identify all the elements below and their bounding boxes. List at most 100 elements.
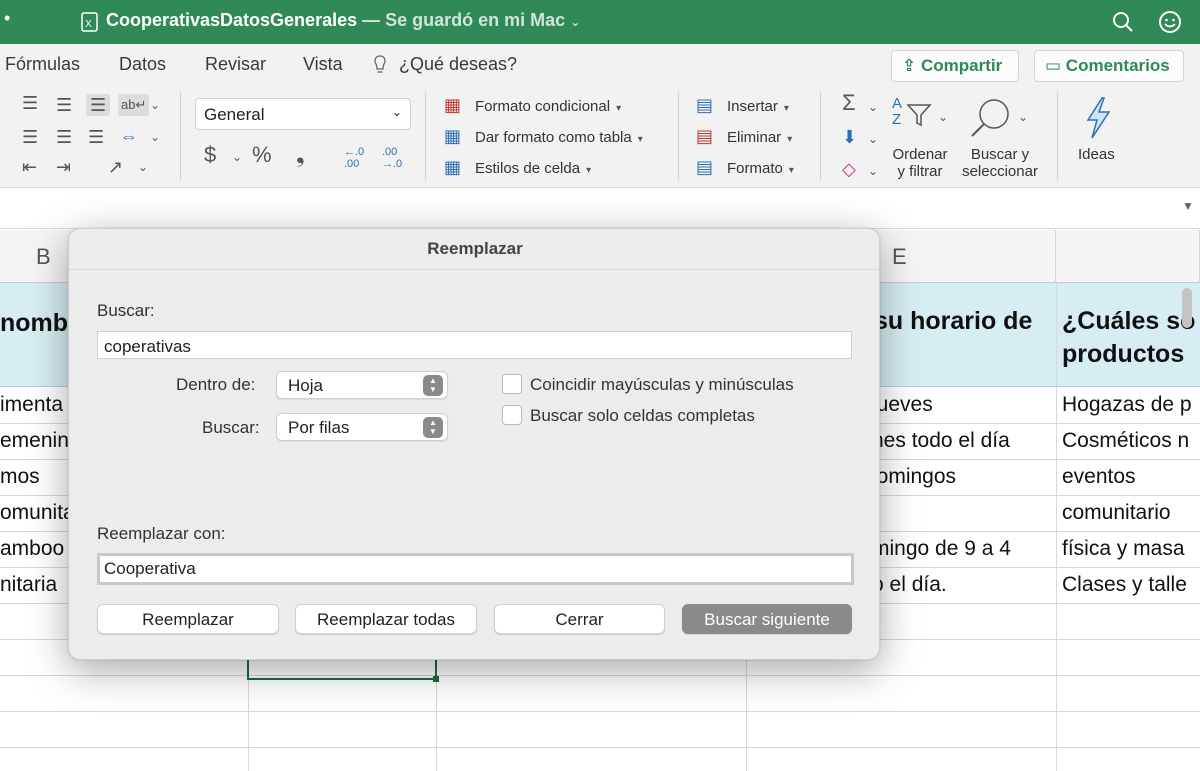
within-label: Dentro de:	[176, 375, 256, 394]
insert-label: Insertar	[727, 98, 778, 115]
cell-b[interactable]: nitaria	[0, 573, 57, 597]
chevron-down-icon[interactable]: ⌄	[868, 98, 878, 116]
format-button[interactable]: Formato ▾	[727, 160, 794, 177]
increase-indent-icon[interactable]: ⇥	[56, 158, 71, 176]
cell-e[interactable]: o el día.	[872, 573, 947, 597]
ideas-button[interactable]: Ideas	[1078, 146, 1115, 163]
match-case-checkbox[interactable]	[502, 374, 522, 394]
cell-b[interactable]: mos	[0, 465, 40, 489]
whole-cells-checkbox[interactable]	[502, 405, 522, 425]
chevron-down-icon[interactable]: ⌄	[150, 96, 160, 114]
text-orientation-icon[interactable]: ↗	[108, 158, 123, 176]
share-button[interactable]: ⇪ Compartir	[891, 50, 1019, 82]
insert-button[interactable]: Insertar ▾	[727, 98, 789, 115]
tab-review[interactable]: Revisar	[205, 54, 266, 75]
tab-view[interactable]: Vista	[303, 54, 343, 75]
tab-formulas[interactable]: Fórmulas	[5, 54, 80, 75]
decrease-decimal-icon[interactable]: .00 →.0	[382, 146, 402, 170]
close-button[interactable]: Cerrar	[494, 604, 665, 634]
cell-styles-button[interactable]: Estilos de celda ▾	[475, 160, 591, 177]
header-cell-products-2[interactable]: productos	[1062, 338, 1200, 371]
conditional-format-button[interactable]: Formato condicional ▾	[475, 98, 621, 115]
chevron-down-icon[interactable]: ⌄	[570, 15, 580, 29]
chevron-down-icon[interactable]: ⌄	[232, 148, 242, 166]
conditional-format-label: Formato condicional	[475, 98, 611, 115]
cell-f[interactable]: comunitario	[1062, 501, 1200, 525]
percent-format-button[interactable]: %	[252, 144, 272, 166]
cell-e[interactable]: mingo de 9 a 4	[872, 537, 1011, 561]
find-input[interactable]: coperativas	[97, 331, 852, 359]
tell-me-search[interactable]: ¿Qué deseas?	[399, 54, 517, 75]
cell-b[interactable]: emenin	[0, 429, 69, 453]
search-order-select[interactable]: Por filas ▲ ▼	[276, 413, 448, 441]
within-select[interactable]: Hoja ▲ ▼	[276, 371, 448, 399]
header-cell-schedule[interactable]: su horario de	[874, 305, 1054, 338]
chevron-down-icon[interactable]: ⌄	[1018, 108, 1028, 126]
funnel-icon[interactable]	[906, 102, 932, 128]
chevron-down-icon[interactable]: ⌄	[868, 130, 878, 148]
align-left-icon[interactable]: ☰	[22, 128, 38, 146]
column-header-f[interactable]	[1056, 230, 1200, 283]
merge-cells-icon[interactable]: ⇔	[120, 127, 138, 145]
tab-data[interactable]: Datos	[119, 54, 166, 75]
replace-with-input[interactable]: Cooperativa	[97, 553, 854, 585]
search-icon[interactable]	[1112, 11, 1134, 33]
conditional-format-icon: ▦	[444, 95, 462, 115]
sort-filter-icon[interactable]: AZ	[892, 96, 902, 128]
autosum-icon[interactable]: Σ	[842, 92, 856, 114]
smiley-feedback-icon[interactable]	[1158, 10, 1182, 34]
cell-f[interactable]: física y masa	[1062, 537, 1200, 561]
ideas-lightning-icon[interactable]	[1082, 96, 1114, 140]
clear-eraser-icon[interactable]: ◇	[842, 160, 856, 178]
cell-e[interactable]: nes todo el día	[872, 429, 1010, 453]
align-top-icon[interactable]: ☰	[22, 94, 38, 112]
chevron-down-icon[interactable]: ⌄	[150, 128, 160, 146]
find-select-button[interactable]: Buscar y seleccionar	[958, 146, 1042, 180]
fill-handle[interactable]	[433, 676, 439, 682]
cell-f[interactable]: Clases y talle	[1062, 573, 1200, 597]
comma-style-icon[interactable]: ❟	[296, 144, 305, 166]
find-magnifier-icon[interactable]	[968, 96, 1014, 140]
chevron-down-icon[interactable]: ⌄	[868, 162, 878, 180]
ribbon-separator	[678, 92, 679, 180]
currency-format-button[interactable]: $	[204, 144, 216, 166]
cell-f[interactable]: Cosméticos n	[1062, 429, 1200, 453]
number-format-select[interactable]: General ⌄	[195, 98, 411, 130]
cell-e[interactable]: jueves	[872, 393, 933, 417]
match-case-label[interactable]: Coincidir mayúsculas y minúsculas	[530, 375, 794, 395]
decrease-indent-icon[interactable]: ⇤	[22, 158, 37, 176]
cell-styles-label: Estilos de celda	[475, 160, 581, 177]
chevron-down-icon[interactable]: ⌄	[138, 158, 148, 176]
comments-button[interactable]: ▭ Comentarios	[1034, 50, 1184, 82]
cell-b[interactable]: imenta	[0, 393, 63, 417]
wrap-text-icon[interactable]: ab↵	[118, 94, 150, 116]
chevron-down-icon[interactable]: ⌄	[938, 108, 948, 126]
expand-formula-bar-icon[interactable]: ▼	[1182, 199, 1194, 213]
cell-f[interactable]: Hogazas de p	[1062, 393, 1200, 417]
header-cell-products-1[interactable]: ¿Cuáles so	[1062, 305, 1200, 338]
cell-b[interactable]: amboo	[0, 537, 64, 561]
cell-e[interactable]: lomingos	[872, 465, 956, 489]
sort-filter-button[interactable]: Ordenar y filtrar	[891, 146, 949, 180]
replace-all-button[interactable]: Reemplazar todas	[295, 604, 477, 634]
replace-button[interactable]: Reemplazar	[97, 604, 279, 634]
fill-down-icon[interactable]: ⬇	[842, 128, 857, 146]
format-as-table-button[interactable]: Dar formato como tabla ▾	[475, 129, 643, 146]
vertical-scrollbar[interactable]	[1182, 288, 1192, 328]
whole-cells-label[interactable]: Buscar solo celdas completas	[530, 406, 755, 426]
delete-button[interactable]: Eliminar ▾	[727, 129, 792, 146]
chevron-down-icon: ▾	[637, 134, 643, 145]
window-control-dot[interactable]: •	[4, 8, 10, 29]
find-next-button[interactable]: Buscar siguiente	[682, 604, 852, 634]
cell-f[interactable]: eventos	[1062, 465, 1200, 489]
cell-b[interactable]: omunita	[0, 501, 75, 525]
excel-file-icon: X	[81, 12, 98, 32]
align-bottom-icon[interactable]: ☰	[86, 94, 111, 116]
align-center-icon[interactable]: ☰	[56, 128, 72, 146]
formula-bar[interactable]: ▼	[0, 189, 1200, 229]
find-label: Buscar:	[97, 301, 155, 320]
format-label: Formato	[727, 160, 783, 177]
increase-decimal-icon[interactable]: ←.0.00	[344, 146, 364, 170]
align-middle-icon[interactable]: ☰	[56, 96, 72, 114]
align-right-icon[interactable]: ☰	[88, 128, 104, 146]
